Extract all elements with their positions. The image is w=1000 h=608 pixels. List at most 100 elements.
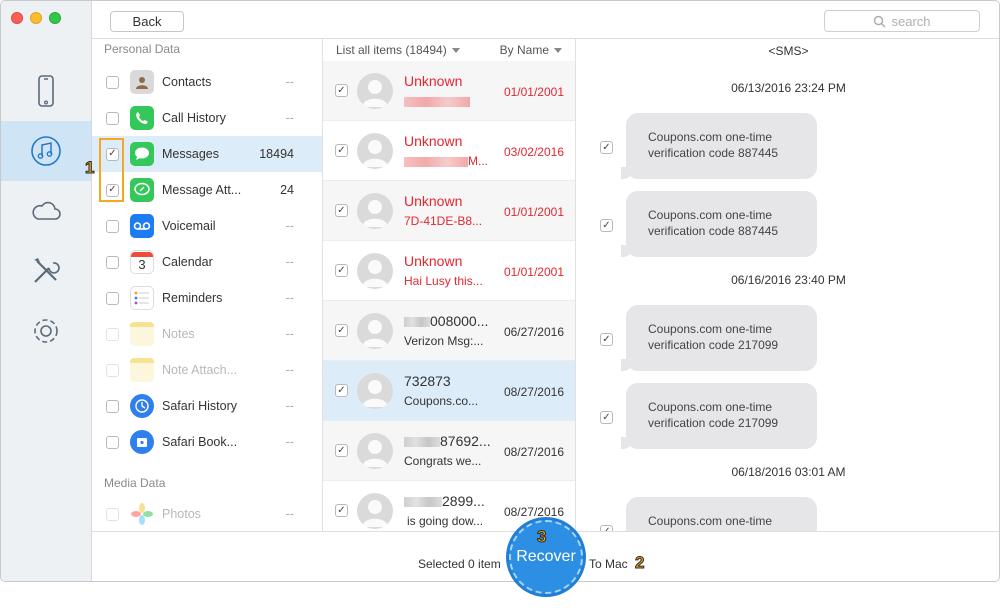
- top-toolbar: Back search: [92, 1, 999, 39]
- row-checkbox-checked[interactable]: ✓: [335, 384, 348, 397]
- zoom-window-button[interactable]: [49, 12, 61, 24]
- rail-settings-button[interactable]: [1, 301, 91, 361]
- message-contact: 2899...: [404, 493, 485, 509]
- contacts-icon: [130, 70, 154, 94]
- close-window-button[interactable]: [11, 12, 23, 24]
- redacted-text: [404, 317, 430, 328]
- message-date: 03/02/2016: [503, 145, 564, 159]
- category-calendar[interactable]: 3 Calendar --: [92, 244, 322, 280]
- row-checkbox-checked[interactable]: ✓: [335, 144, 348, 157]
- category-checkbox[interactable]: [106, 255, 119, 269]
- category-messages[interactable]: ✓ Messages 18494: [92, 136, 322, 172]
- category-reminders[interactable]: Reminders --: [92, 280, 322, 316]
- avatar: [357, 313, 393, 349]
- calendar-day: 3: [138, 257, 146, 272]
- minimize-window-button[interactable]: [30, 12, 42, 24]
- category-count: --: [285, 255, 294, 269]
- message-row[interactable]: ✓ Unknown 7D-41DE-B8... 01/01/2001: [323, 181, 575, 241]
- list-header: List all items (18494) By Name: [323, 39, 575, 61]
- category-label: Reminders: [162, 291, 223, 305]
- category-checkbox-disabled: [106, 507, 119, 521]
- message-preview: Hai Lusy this...: [404, 274, 483, 288]
- bubble-checkbox-checked[interactable]: ✓: [600, 411, 613, 424]
- message-row[interactable]: ✓ 87692... Congrats we... 08/27/2016: [323, 421, 575, 481]
- message-preview: is going dow...: [407, 514, 484, 528]
- search-input[interactable]: search: [824, 10, 980, 32]
- message-row[interactable]: ✓ 008000... Verizon Msg:... 06/27/2016: [323, 301, 575, 361]
- photos-icon: [130, 502, 154, 526]
- rail-tools-button[interactable]: [1, 241, 91, 301]
- category-contacts[interactable]: Contacts --: [92, 64, 322, 100]
- row-checkbox-checked[interactable]: ✓: [335, 84, 348, 97]
- message-row[interactable]: ✓ Unknown 01/01/2001: [323, 61, 575, 121]
- bubble-checkbox-checked[interactable]: ✓: [600, 219, 613, 232]
- row-checkbox-checked[interactable]: ✓: [335, 504, 348, 517]
- category-voicemail[interactable]: Voicemail --: [92, 208, 322, 244]
- category-checkbox[interactable]: [106, 399, 119, 413]
- category-label: Notes: [162, 327, 195, 341]
- sort-dropdown[interactable]: By Name: [500, 43, 562, 57]
- category-call-history[interactable]: Call History --: [92, 100, 322, 136]
- message-contact: 87692...: [404, 433, 491, 449]
- message-bubble: Coupons.com one-time verification code 21…: [621, 305, 817, 371]
- category-safari-history[interactable]: Safari History --: [92, 388, 322, 424]
- callout-highlight-box: [99, 138, 124, 202]
- message-date: 06/27/2016: [503, 325, 564, 339]
- message-row[interactable]: ✓ Unknown Hai Lusy this... 01/01/2001: [323, 241, 575, 301]
- message-bubble: Coupons.com one-time verification code 88…: [621, 191, 817, 257]
- safari-bookmark-icon: [130, 430, 154, 454]
- cloud-icon: [32, 201, 61, 220]
- list-all-dropdown[interactable]: List all items (18494): [336, 43, 460, 57]
- message-attachment-icon: [130, 178, 154, 202]
- message-preview: M...: [404, 154, 494, 168]
- rail-itunes-button[interactable]: [1, 121, 91, 181]
- notes-icon: [130, 322, 154, 346]
- bubble-checkbox-checked[interactable]: ✓: [600, 141, 613, 154]
- avatar: [357, 433, 393, 469]
- back-button[interactable]: Back: [110, 11, 184, 32]
- category-count: --: [285, 111, 294, 125]
- rail-icloud-button[interactable]: [1, 181, 91, 241]
- phone-icon: [130, 106, 154, 130]
- category-checkbox[interactable]: [106, 291, 119, 305]
- category-label: Messages: [162, 147, 219, 161]
- category-label: Message Att...: [162, 183, 242, 197]
- redacted-text: [404, 437, 440, 448]
- reminders-icon: [130, 286, 154, 310]
- row-checkbox-checked[interactable]: ✓: [335, 264, 348, 277]
- category-message-attachments[interactable]: ✓ Message Att... 24: [92, 172, 322, 208]
- category-notes: Notes --: [92, 316, 322, 352]
- category-checkbox[interactable]: [106, 75, 119, 89]
- message-row-selected[interactable]: ✓ 732873 Coupons.co... 08/27/2016: [323, 361, 575, 421]
- category-checkbox[interactable]: [106, 435, 119, 449]
- message-bubble: Coupons.com one-time: [626, 497, 817, 531]
- message-date: 01/01/2001: [503, 265, 564, 279]
- category-label: Safari History: [162, 399, 238, 413]
- row-checkbox-checked[interactable]: ✓: [335, 204, 348, 217]
- category-count: --: [285, 291, 294, 305]
- bubble-text-line: verification code 217099: [648, 338, 779, 352]
- calendar-icon: 3: [130, 250, 154, 274]
- category-safari-bookmarks[interactable]: Safari Book... --: [92, 424, 322, 460]
- avatar: [357, 373, 393, 409]
- app-window: Back search Personal Data Contacts -- Ca…: [0, 0, 1000, 582]
- avatar: [357, 253, 393, 289]
- category-count: --: [285, 327, 294, 341]
- message-date: 08/27/2016: [503, 445, 564, 459]
- timestamp: 06/13/2016 23:24 PM: [731, 81, 846, 95]
- bubble-checkbox-checked[interactable]: ✓: [600, 333, 613, 346]
- row-checkbox-checked[interactable]: ✓: [335, 444, 348, 457]
- message-row[interactable]: ✓ Unknown M... 03/02/2016: [323, 121, 575, 181]
- category-checkbox[interactable]: [106, 219, 119, 233]
- message-contact: 732873: [404, 373, 451, 389]
- rail-device-button[interactable]: [1, 61, 91, 121]
- category-count: --: [285, 435, 294, 449]
- message-contact: 008000...: [404, 313, 488, 329]
- row-checkbox-checked[interactable]: ✓: [335, 324, 348, 337]
- personal-data-heading: Personal Data: [104, 42, 181, 56]
- chevron-down-icon: [554, 48, 562, 54]
- category-label: Voicemail: [162, 219, 216, 233]
- to-mac-option[interactable]: To Mac: [589, 557, 628, 571]
- search-icon: [874, 15, 886, 27]
- category-checkbox[interactable]: [106, 111, 119, 125]
